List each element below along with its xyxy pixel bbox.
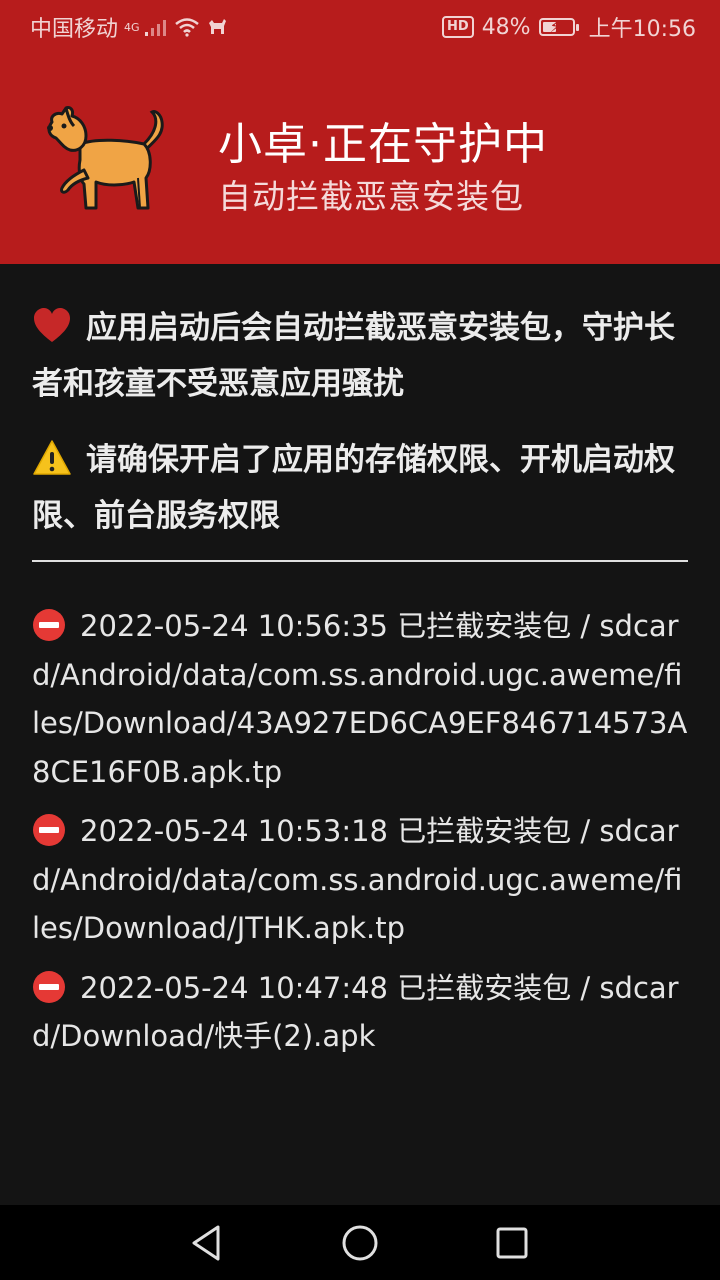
log-item: 2022-05-24 10:47:48 已拦截安装包 / sdcard/Down… xyxy=(32,964,688,1061)
log-item-text: 2022-05-24 10:56:35 已拦截安装包 / sdcard/Andr… xyxy=(32,609,688,789)
no-entry-icon xyxy=(33,609,65,641)
intercept-log: 2022-05-24 10:56:35 已拦截安装包 / sdcard/Andr… xyxy=(32,602,688,1061)
no-entry-icon xyxy=(33,970,65,1003)
divider xyxy=(32,560,688,562)
notice-protection: 应用启动后会自动拦截恶意安装包，守护长者和孩童不受恶意应用骚扰 xyxy=(32,300,688,412)
log-item-text: 2022-05-24 10:53:18 已拦截安装包 / sdcard/Andr… xyxy=(32,814,683,945)
wifi-icon xyxy=(174,18,199,37)
clock: 上午10:56 xyxy=(588,17,696,42)
heart-icon xyxy=(34,308,70,342)
no-entry-icon xyxy=(33,814,65,846)
signal-icon xyxy=(144,20,166,36)
notice-permissions: 请确保开启了应用的存储权限、开机启动权限、前台服务权限 xyxy=(32,432,688,544)
log-item: 2022-05-24 10:53:18 已拦截安装包 / sdcard/Andr… xyxy=(32,807,688,953)
status-left: 中国移动 4G xyxy=(30,11,228,43)
page-subtitle: 自动拦截恶意安装包 xyxy=(218,177,524,216)
status-right: HD 48% ⚡ 上午10:56 xyxy=(442,11,696,43)
dog-icon xyxy=(47,106,164,210)
notice-permissions-text: 请确保开启了应用的存储权限、开机启动权限、前台服务权限 xyxy=(32,442,675,534)
navigation-bar xyxy=(0,1205,720,1280)
page-title: 小卓·正在守护中 xyxy=(218,119,548,170)
warning-icon xyxy=(33,440,71,475)
hd-voice-badge: HD xyxy=(442,16,474,38)
charging-bolt-icon: ⚡ xyxy=(549,17,561,36)
network-type-label: 4G xyxy=(124,20,140,34)
log-item: 2022-05-24 10:56:35 已拦截安装包 / sdcard/Andr… xyxy=(32,602,688,796)
recents-icon[interactable] xyxy=(492,1223,532,1263)
home-icon[interactable] xyxy=(340,1223,380,1263)
carrier-label: 中国移动 xyxy=(30,17,119,42)
status-bar: 中国移动 4G HD 48% ⚡ 上午10:56 xyxy=(0,0,720,50)
battery-percent: 48% xyxy=(481,14,531,40)
notice-protection-text: 应用启动后会自动拦截恶意安装包，守护长者和孩童不受恶意应用骚扰 xyxy=(32,310,675,402)
main-content: 应用启动后会自动拦截恶意安装包，守护长者和孩童不受恶意应用骚扰 请确保开启了应用… xyxy=(32,300,688,1072)
back-icon[interactable] xyxy=(186,1223,226,1263)
log-item-text: 2022-05-24 10:47:48 已拦截安装包 / sdcard/Down… xyxy=(32,970,679,1054)
dog-notification-icon xyxy=(208,19,226,34)
battery-icon: ⚡ xyxy=(538,17,579,36)
app-header: 中国移动 4G HD 48% ⚡ 上午10:56 小卓·正在守护中 自动拦截恶意… xyxy=(0,0,720,264)
